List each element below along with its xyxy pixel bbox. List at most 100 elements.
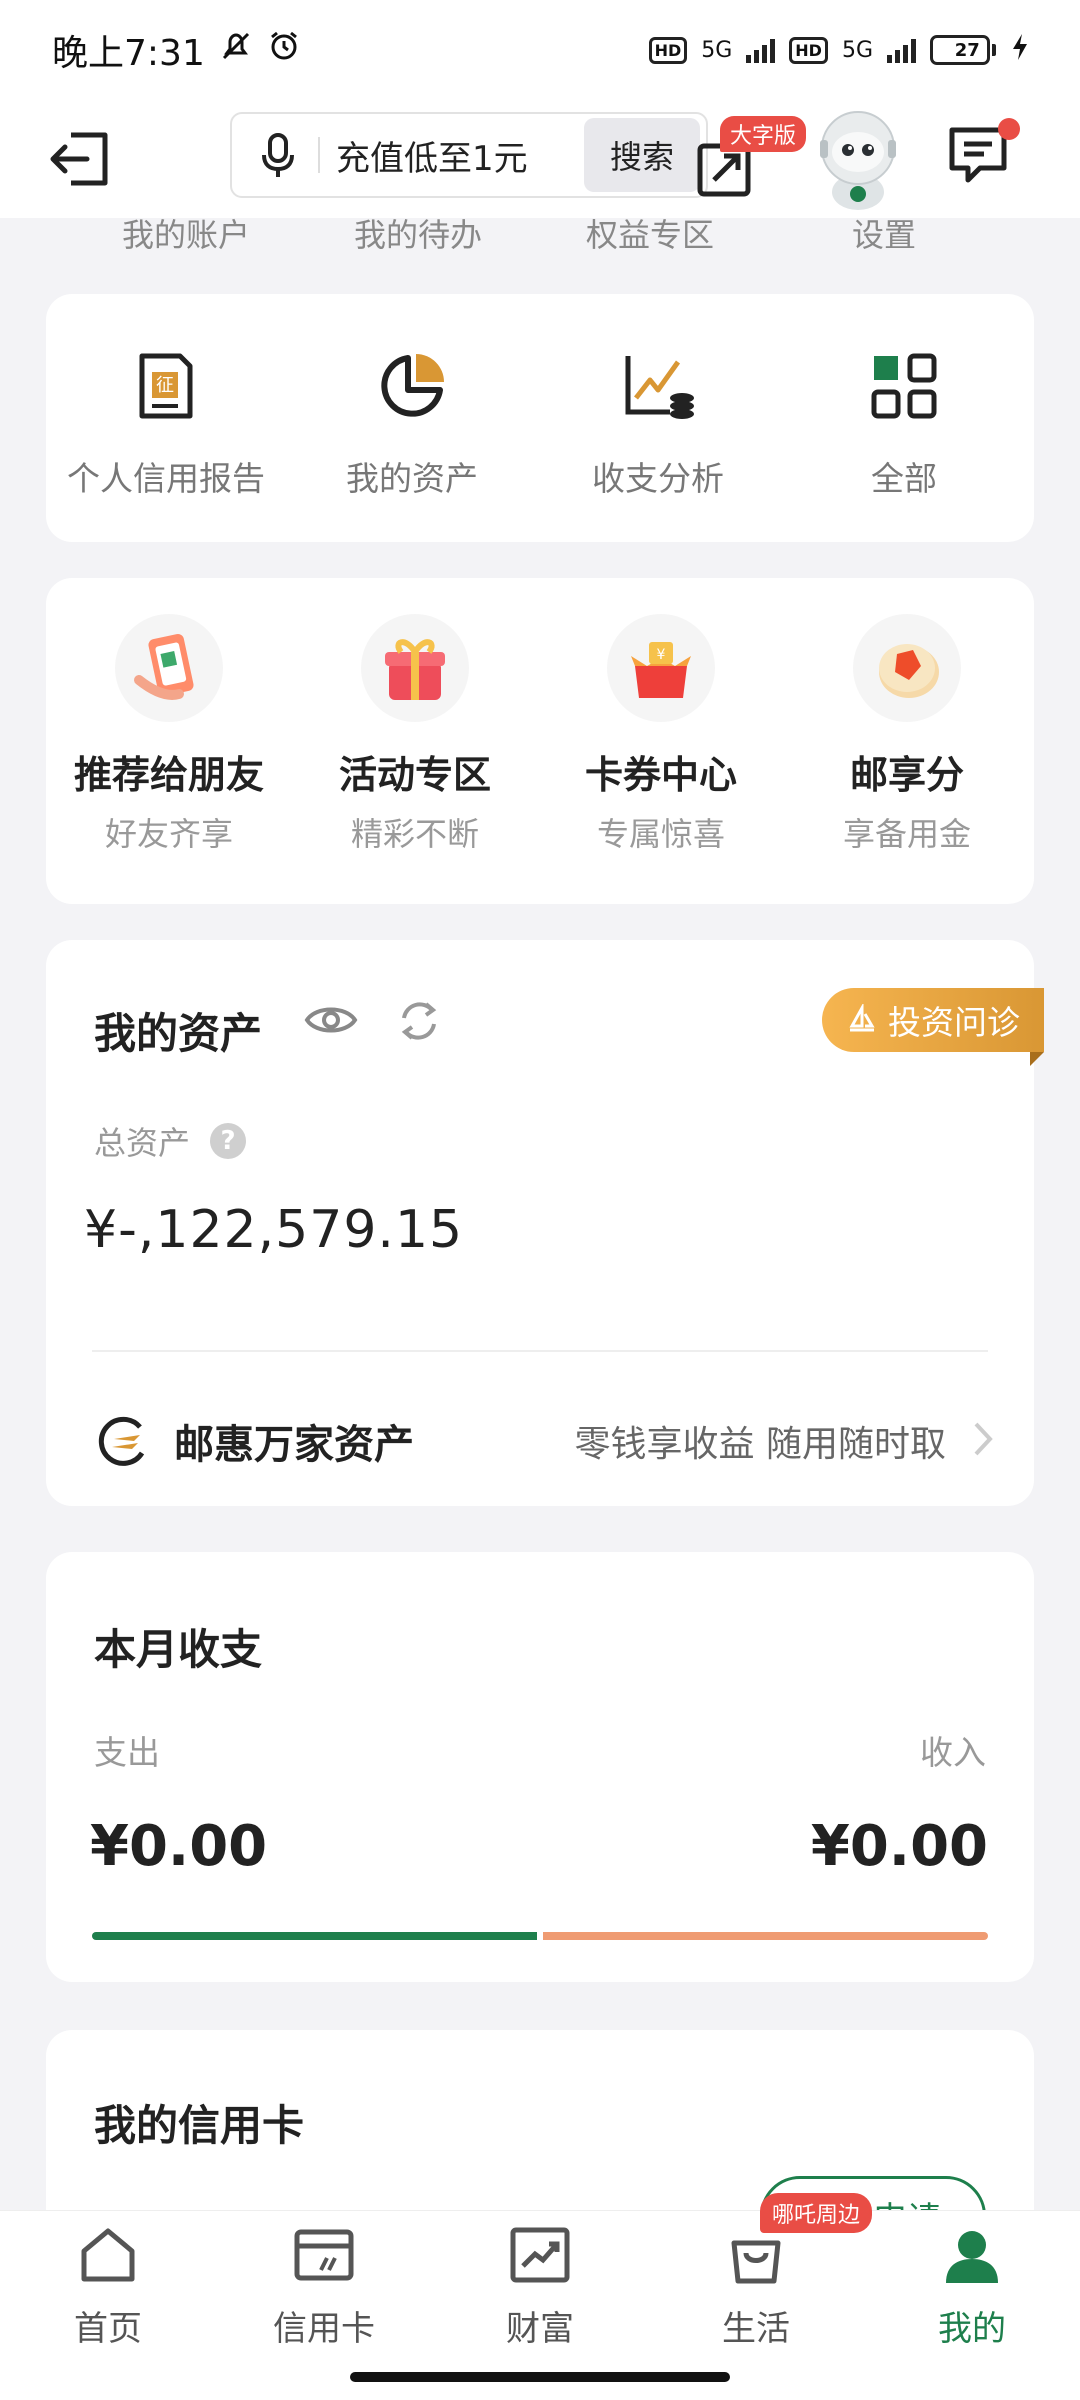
promo-points-subtitle: 享备用金 [842,815,971,853]
promo-activities[interactable]: 活动专区 精彩不断 [292,578,538,855]
promo-coupons-subtitle: 专属惊喜 [596,815,725,853]
quick-analysis[interactable]: 收支分析 [538,294,778,500]
expense-value: ¥0.00 [90,1814,268,1879]
promo-recommend-title: 推荐给朋友 [73,753,264,797]
invest-consult-button[interactable]: 投资问诊 [822,988,1044,1066]
tab-life-label: 生活 [722,2309,790,2349]
wanjia-title: 邮惠万家资产 [174,1422,414,1468]
quick-my-assets-label: 我的资产 [346,459,478,498]
status-bar: 晚上7:31 HD 5G HD 5G 27 [0,0,1080,100]
total-assets-label: 总资产 [94,1124,191,1162]
profile-icon [940,2223,1004,2287]
monthly-title: 本月收支 [94,1625,263,1674]
message-button[interactable] [946,118,1020,192]
mute-icon [219,29,253,72]
hd-icon: HD [648,36,688,64]
quick-all-label: 全部 [871,459,937,498]
tab-credit-card[interactable]: 信用卡 [216,2211,432,2350]
sailboat-icon [849,1004,875,1032]
help-icon[interactable]: ? [210,1123,247,1159]
expense-label: 支出 [94,1733,160,1772]
promo-coupons-title: 卡券中心 [584,753,737,797]
exit-icon[interactable] [40,120,118,198]
search-button[interactable]: 搜索 [584,118,700,192]
svg-text:¥: ¥ [657,647,666,663]
hd-icon-2: HD [789,36,828,64]
network-label: 5G [701,37,733,63]
alarm-icon [267,29,301,72]
nearby-badge: 哪吒周边 [760,2193,873,2233]
quick-my-assets[interactable]: 我的资产 [292,294,532,500]
quick-credit-report-label: 个人信用报告 [67,459,265,498]
wanjia-logo-icon [94,1413,150,1469]
signal-icon [746,37,776,63]
promo-activities-subtitle: 精彩不断 [350,815,479,853]
total-assets-value: ¥-,122,579.15 [84,1200,464,1260]
gift-icon [361,614,469,722]
income-value: ¥0.00 [810,1814,988,1879]
wanjia-description: 零钱享收益 随用随时取 [574,1424,946,1465]
search-input[interactable]: 充值低至1元 [328,131,584,180]
refresh-icon[interactable] [396,998,442,1048]
tab-settings[interactable]: 设置 [852,210,916,256]
tab-credit-card-label: 信用卡 [273,2309,375,2349]
battery-icon: 27 [930,35,996,65]
grid-icon [864,346,944,426]
app-header: 充值低至1元 搜索 大字版 [0,100,1080,218]
expense-income-bar [92,1932,988,1940]
quick-actions-card: 征 个人信用报告 我的资产 收支分析 全部 [46,294,1034,542]
svg-text:征: 征 [156,375,174,396]
microphone-icon[interactable] [248,131,308,179]
quick-credit-report[interactable]: 征 个人信用报告 [46,294,286,500]
coupon-box-icon: ¥ [607,614,715,722]
credit-report-icon: 征 [126,346,206,426]
phone-qr-icon [115,614,223,722]
expense-bar [92,1932,537,1940]
search-bar[interactable]: 充值低至1元 搜索 [230,112,708,198]
points-coin-icon [853,614,961,722]
status-time: 晚上7:31 [52,33,205,74]
tab-home-label: 首页 [74,2309,142,2349]
eye-icon[interactable] [304,998,358,1046]
credit-card-title: 我的信用卡 [94,2101,305,2150]
account-tabs: 我的账户 我的待办 权益专区 设置 [0,210,1080,260]
promo-activities-title: 活动专区 [338,753,491,797]
home-icon [76,2223,140,2287]
promo-recommend-subtitle: 好友齐享 [104,815,233,853]
credit-card-icon [292,2223,356,2287]
quick-all[interactable]: 全部 [784,294,1024,500]
tab-benefits[interactable]: 权益专区 [586,210,714,256]
tab-mine[interactable]: 我的 [864,2211,1080,2350]
quick-analysis-label: 收支分析 [592,459,724,498]
analysis-icon [618,346,698,426]
promo-recommend[interactable]: 推荐给朋友 好友齐享 [46,578,292,855]
wealth-chart-icon [508,2223,572,2287]
tab-wealth[interactable]: 财富 [432,2211,648,2350]
network-label-2: 5G [841,37,873,63]
chevron-right-icon [972,1420,994,1462]
tab-home[interactable]: 首页 [0,2211,216,2350]
assets-title: 我的资产 [94,1009,263,1058]
battery-level: 27 [954,39,980,61]
income-label: 收入 [920,1733,986,1772]
promo-points-title: 邮享分 [849,753,964,797]
promotions-card: 推荐给朋友 好友齐享 活动专区 精彩不断 ¥ 卡券中心 专属惊喜 邮享分 享备用… [46,578,1034,904]
wanjia-assets-row[interactable]: 邮惠万家资产 零钱享收益 随用随时取 [94,1396,994,1486]
astronaut-mascot-avatar[interactable] [808,104,908,214]
tab-mine-label: 我的 [938,2309,1006,2349]
notification-dot [998,118,1020,140]
my-assets-card: 我的资产 投资问诊 总资产 ? ¥-,122,579.15 邮惠万家资产 零钱享… [46,940,1044,1506]
income-bar [543,1932,988,1940]
big-font-mode-button[interactable]: 大字版 [690,116,807,202]
signal-icon-2 [887,37,916,63]
pie-chart-icon [372,346,452,426]
home-indicator[interactable] [350,2372,730,2382]
tab-my-account[interactable]: 我的账户 [122,210,250,256]
promo-points[interactable]: 邮享分 享备用金 [784,578,1030,855]
promo-coupons[interactable]: ¥ 卡券中心 专属惊喜 [538,578,784,855]
tab-wealth-label: 财富 [506,2309,574,2349]
monthly-summary-card[interactable]: 本月收支 支出 收入 ¥0.00 ¥0.00 [46,1552,1034,1982]
tab-my-todo[interactable]: 我的待办 [354,210,482,256]
total-assets-row: 总资产 ? [94,1118,247,1164]
invest-consult-label: 投资问诊 [888,1003,1020,1042]
